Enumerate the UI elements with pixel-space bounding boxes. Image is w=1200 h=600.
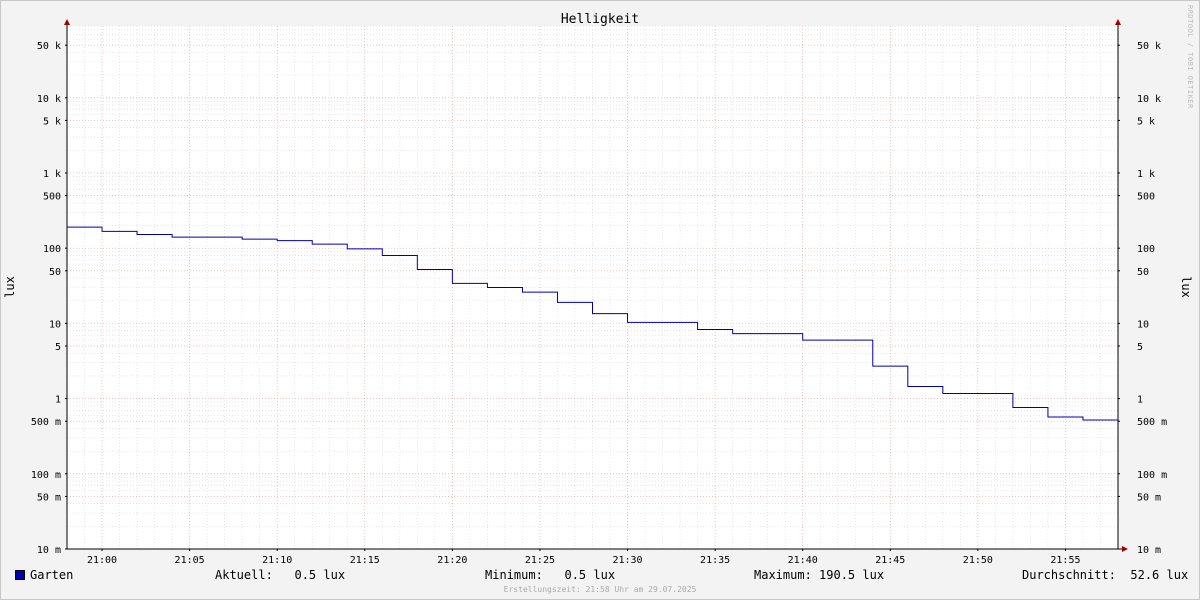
x-tick-label: 21:50 xyxy=(963,555,993,566)
legend-average: Durchschnitt: 52.6 lux xyxy=(1022,568,1189,582)
y-tick-label-right: 1 k xyxy=(1137,169,1155,180)
x-tick-label: 21:45 xyxy=(875,555,905,566)
x-tick-label: 21:00 xyxy=(87,555,117,566)
legend-series-name: Garten xyxy=(30,568,74,582)
x-tick-label: 21:25 xyxy=(525,555,555,566)
y-tick-label-left: 10 xyxy=(49,319,61,330)
y-tick-label-left: 50 m xyxy=(37,492,61,503)
legend-maximum: Maximum: 190.5 lux xyxy=(754,568,885,582)
x-tick-label: 21:35 xyxy=(700,555,730,566)
y-tick-label-right: 5 k xyxy=(1137,116,1155,127)
y-tick-label-right: 1 xyxy=(1137,395,1143,406)
y-tick-label-right: 10 k xyxy=(1137,94,1161,105)
y-tick-label-left: 5 xyxy=(55,342,61,353)
watermark: RRDTOOL / TOBI OETIKER xyxy=(1186,5,1194,109)
y-tick-label-left: 50 k xyxy=(37,41,61,52)
y-tick-label-left: 50 xyxy=(49,267,61,278)
y-tick-label-left: 1 k xyxy=(43,169,61,180)
y-axis-arrow-right xyxy=(1115,19,1121,25)
y-tick-label-right: 500 m xyxy=(1137,417,1167,428)
y-tick-label-left: 10 m xyxy=(37,545,61,556)
chart: Helligkeit RRDTOOL / TOBI OETIKER lux lu… xyxy=(3,5,1194,566)
legend-minimum: Minimum: 0.5 lux xyxy=(485,568,616,582)
x-tick-labels: 21:00 21:05 21:10 21:15 21:20 21:25 21:30 21:35… xyxy=(87,555,1081,566)
legend-swatch-garten xyxy=(15,570,25,580)
y-tick-label-right: 100 m xyxy=(1137,470,1167,481)
y-tick-label-right: 5 xyxy=(1137,342,1143,353)
y-tick-label-left: 10 k xyxy=(37,94,61,105)
minor-grid xyxy=(66,25,1119,549)
x-tick-label: 21:15 xyxy=(350,555,380,566)
y-tick-label-right: 500 xyxy=(1137,192,1155,203)
y-tick-label-left: 500 m xyxy=(31,417,61,428)
chart-title: Helligkeit xyxy=(561,12,639,27)
y-tick-label-left: 1 xyxy=(55,395,61,406)
y-tick-label-left: 100 m xyxy=(31,470,61,481)
y-tick-label-right: 10 m xyxy=(1137,545,1161,556)
y-tick-label-right: 100 xyxy=(1137,244,1155,255)
y-tick-label-left: 5 k xyxy=(43,116,61,127)
y-tick-label-left: 500 xyxy=(43,192,61,203)
x-tick-label: 21:30 xyxy=(612,555,642,566)
y-axis-arrow-left xyxy=(64,19,70,25)
x-tick-label: 21:05 xyxy=(175,555,205,566)
y-axis-label-right: lux xyxy=(1179,276,1193,298)
y-tick-label-right: 50 k xyxy=(1137,41,1161,52)
x-axis-arrow xyxy=(1122,546,1128,552)
legend-current: Aktuell: 0.5 lux xyxy=(215,568,346,582)
x-tick-label: 21:20 xyxy=(437,555,467,566)
x-tick-label: 21:55 xyxy=(1050,555,1080,566)
x-tick-label: 21:10 xyxy=(262,555,292,566)
y-tick-label-right: 50 m xyxy=(1137,492,1161,503)
y-tick-label-right: 50 xyxy=(1137,267,1149,278)
footer-timestamp: Erstellungszeit: 21:58 Uhr am 29.07.2025 xyxy=(503,585,697,594)
y-axis-label-left: lux xyxy=(3,276,17,298)
y-tick-label-left: 100 xyxy=(43,244,61,255)
y-tick-label-right: 10 xyxy=(1137,319,1149,330)
x-tick-label: 21:40 xyxy=(788,555,818,566)
